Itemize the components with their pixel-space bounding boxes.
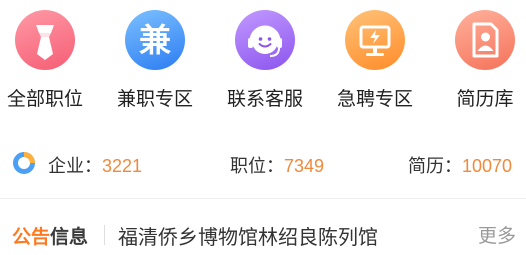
notice-brand-title: 公告信息 (12, 227, 89, 248)
menu-item-label: 联系客服 (226, 89, 303, 110)
ring-chart-icon (12, 151, 36, 175)
menu-item-urgent-hiring[interactable]: 急聘专区 (320, 0, 430, 118)
menu-item-part-time[interactable]: 兼 兼职专区 (100, 0, 210, 118)
resume-document-icon (455, 10, 515, 70)
monitor-lightning-icon (345, 10, 405, 70)
jian-character-icon: 兼 (125, 10, 185, 70)
divider (0, 198, 526, 199)
necktie-icon (15, 10, 75, 70)
notice-headline-link[interactable]: 福清侨乡博物馆林绍良陈列馆 (118, 221, 378, 250)
notice-separator (104, 225, 105, 245)
stat-jobs: 职位：7349 (230, 156, 325, 176)
headset-smiley-icon (235, 10, 295, 70)
menu-item-label: 急聘专区 (336, 89, 413, 110)
site-statistics: 企业：3221 职位：7349 简历：10070 (0, 140, 526, 186)
stat-companies: 企业：3221 (48, 156, 143, 176)
menu-item-all-jobs[interactable]: 全部职位 (0, 0, 100, 118)
stat-resumes: 简历：10070 (408, 156, 513, 176)
menu-item-label: 兼职专区 (116, 89, 193, 110)
notice-more-link[interactable]: 更多 (478, 221, 516, 248)
menu-item-label: 全部职位 (6, 89, 83, 110)
notice-bar: 公告信息 福清侨乡博物馆林绍良陈列馆 更多 (0, 208, 526, 254)
quick-menu: 全部职位 兼 兼职专区 联系客服 急聘专区 简历库 (0, 0, 526, 120)
menu-item-resume-library[interactable]: 简历库 (430, 0, 526, 118)
menu-item-customer-service[interactable]: 联系客服 (210, 0, 320, 118)
menu-item-label: 简历库 (456, 89, 514, 110)
